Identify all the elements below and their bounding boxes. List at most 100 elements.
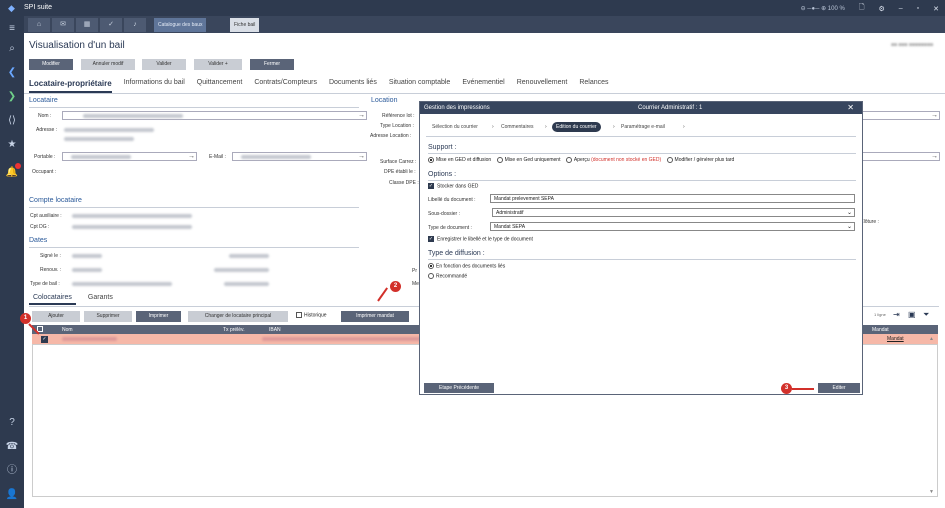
- tab-6[interactable]: Evénementiel: [462, 79, 504, 93]
- radio-plus-tard[interactable]: Modifier / générer plus tard: [666, 157, 734, 163]
- close-icon[interactable]: ✕: [847, 102, 854, 114]
- close-button[interactable]: ✕: [933, 5, 939, 13]
- blurred-text: [224, 282, 269, 286]
- user-info: ■■ ■■■ ■■■■■■■■: [890, 42, 933, 48]
- search-icon[interactable]: ⌕: [5, 42, 19, 56]
- adresse-location-label: Adresse Location :: [370, 133, 412, 139]
- valider-plus-button[interactable]: Valider +: [194, 59, 242, 70]
- zoom-slider[interactable]: ⊖ ─●─ ⊕ 100 %: [801, 5, 845, 12]
- imprimer-mandat-button[interactable]: Imprimer mandat: [341, 311, 409, 322]
- fermer-button[interactable]: Fermer: [250, 59, 294, 70]
- dates-heading: Dates: [29, 237, 48, 244]
- step-selection[interactable]: Sélection du courrier: [432, 124, 478, 130]
- tab-0[interactable]: Locataire-propriétaire: [29, 79, 112, 93]
- columns-icon[interactable]: ▣: [908, 310, 916, 319]
- blurred-text: [262, 337, 422, 341]
- editer-button[interactable]: Editer: [818, 383, 860, 393]
- historique-checkbox[interactable]: Historique: [296, 312, 327, 318]
- step-parametrage[interactable]: Paramétrage e-mail: [621, 124, 665, 130]
- support-icon[interactable]: ☎: [5, 440, 19, 454]
- radio-label: Mise en Ged uniquement: [504, 157, 561, 164]
- document-icon[interactable]: 🗋: [859, 3, 865, 14]
- sousdossier-select[interactable]: Administratif ⌄: [492, 208, 855, 217]
- mail-icon[interactable]: ✉: [52, 18, 74, 32]
- info-icon[interactable]: ⓘ: [5, 464, 19, 478]
- tab-3[interactable]: Contrats/Compteurs: [254, 79, 317, 93]
- tab-1[interactable]: Informations du bail: [124, 79, 185, 93]
- col-tx-prelev[interactable]: Tx prélèv.: [223, 327, 245, 333]
- tab-garants[interactable]: Garants: [84, 294, 117, 305]
- modifier-button[interactable]: Modifier: [29, 59, 73, 70]
- callout-arrow-3: [792, 388, 814, 390]
- radio-apercu[interactable]: Aperçu (document non stocké en GED): [565, 157, 661, 163]
- enregistrer-checkbox[interactable]: ✓ Enregistrer le libellé et le type de do…: [428, 236, 533, 242]
- arrow-right-icon: →: [358, 153, 365, 160]
- star-icon[interactable]: ★: [5, 138, 19, 152]
- minimize-button[interactable]: –: [899, 5, 903, 12]
- user-icon[interactable]: 👤: [5, 488, 19, 502]
- radio-recommande[interactable]: Recommandé: [428, 273, 467, 279]
- tab-fiche-bail[interactable]: Fiche bail: [230, 18, 260, 32]
- checkbox-icon: ✓: [428, 183, 434, 189]
- email-field[interactable]: →: [232, 152, 367, 161]
- col-iban[interactable]: IBAN: [269, 327, 281, 333]
- typedoc-select[interactable]: Mandat SEPA ⌄: [490, 222, 855, 231]
- blurred-text: [62, 337, 117, 341]
- location-right-field[interactable]: →: [860, 111, 940, 120]
- step-commentaires[interactable]: Commentaires: [501, 124, 534, 130]
- print-dialog: Gestion des impressions Courrier Adminis…: [419, 101, 863, 395]
- divider: [29, 107, 359, 108]
- blurred-text: [72, 268, 102, 272]
- radio-label: Mise en GED et diffusion: [436, 157, 492, 164]
- nav-forward-icon[interactable]: ❯: [5, 90, 19, 104]
- code-icon[interactable]: ⟨⟩: [5, 114, 19, 128]
- home-icon[interactable]: ⌂: [28, 18, 50, 32]
- ajouter-button[interactable]: Ajouter: [32, 311, 80, 322]
- tab-8[interactable]: Relances: [579, 79, 608, 93]
- imprimer-button[interactable]: Imprimer: [136, 311, 181, 322]
- annuler-modif-button[interactable]: Annuler modif: [81, 59, 135, 70]
- step-edition[interactable]: Edition du courrier: [552, 122, 601, 132]
- nom-field[interactable]: →: [62, 111, 367, 120]
- help-icon[interactable]: ?: [5, 416, 19, 430]
- filter-icon[interactable]: ⏷: [923, 310, 929, 320]
- export-icon[interactable]: ⇥: [893, 310, 900, 319]
- blurred-text: [72, 282, 172, 286]
- scroll-up-icon[interactable]: ▲: [929, 336, 934, 342]
- nav-back-icon[interactable]: ❮: [5, 66, 19, 80]
- row-checkbox[interactable]: ✓: [41, 336, 48, 343]
- valider-button[interactable]: Valider: [142, 59, 186, 70]
- blurred-text: [83, 114, 183, 118]
- stocker-checkbox[interactable]: ✓ Stocker dans GED: [428, 183, 478, 189]
- maximize-button[interactable]: ▫: [917, 5, 919, 12]
- tab-colocataires[interactable]: Colocataires: [29, 294, 76, 305]
- tab-2[interactable]: Quittancement: [197, 79, 243, 93]
- etape-precedente-button[interactable]: Etape Précédente: [424, 383, 494, 393]
- occupant-label: Occupant :: [32, 169, 57, 175]
- scroll-down-icon[interactable]: ▼: [929, 489, 934, 495]
- libelle-input[interactable]: Mandat prelevement SEPA: [490, 194, 855, 203]
- changer-locataire-button[interactable]: Changer de locataire principal: [188, 311, 288, 322]
- location-right-field-2[interactable]: →: [860, 152, 940, 161]
- tab-5[interactable]: Situation comptable: [389, 79, 450, 93]
- check-icon[interactable]: ✓: [100, 18, 122, 32]
- settings-icon[interactable]: ⚙: [878, 5, 884, 13]
- col-nom[interactable]: Nom: [62, 327, 73, 333]
- mandat-link[interactable]: Mandat: [887, 336, 904, 342]
- notifications-icon[interactable]: 🔔: [5, 163, 21, 180]
- radio-ged-diffusion[interactable]: Mise en GED et diffusion: [428, 157, 491, 163]
- bell-icon[interactable]: ♪: [124, 18, 146, 32]
- portable-field[interactable]: →: [62, 152, 197, 161]
- typedoc-value: Mandat SEPA: [494, 224, 526, 230]
- tab-7[interactable]: Renouvellement: [517, 79, 568, 93]
- supprimer-button[interactable]: Supprimer: [84, 311, 132, 322]
- tab-4[interactable]: Documents liés: [329, 79, 377, 93]
- arrow-right-icon: →: [931, 153, 938, 160]
- radio-documents-lies[interactable]: En fonction des documents liés: [428, 263, 505, 269]
- col-mandat[interactable]: Mandat: [872, 327, 889, 333]
- tab-catalogue[interactable]: Catalogue des baux: [154, 18, 207, 32]
- menu-icon[interactable]: ≡: [5, 22, 19, 36]
- calendar-icon[interactable]: ▦: [76, 18, 98, 32]
- radio-ged-uniquement[interactable]: Mise en Ged uniquement: [496, 157, 561, 164]
- ref-lot-label: Référence lot :: [382, 113, 415, 119]
